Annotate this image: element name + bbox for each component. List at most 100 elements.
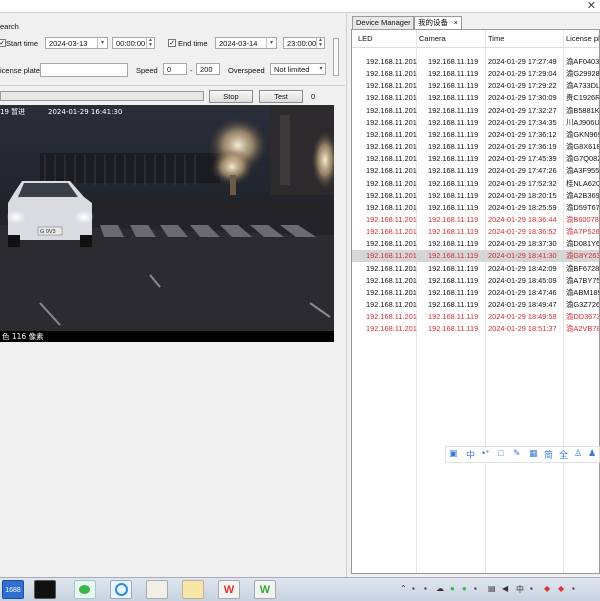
table-row[interactable]: 192.168.11.201 192.168.11.119 2024-01-29 1… [352,190,599,202]
cell-led: 192.168.11.201 [366,129,417,139]
table-row[interactable]: 192.168.11.201 192.168.11.119 2024-01-29 1… [352,68,599,80]
start-time-spinner-icon[interactable]: ▲ ▼ [146,38,154,48]
tray-volume-icon[interactable]: ◀ [502,584,508,593]
pen-icon[interactable]: ✎ [513,448,521,459]
browser-icon[interactable] [110,580,132,599]
ime-fullwidth-toggle[interactable]: 全 [559,448,568,461]
calendar-dropdown-icon[interactable]: ▾ [266,38,276,48]
table-row[interactable]: 192.168.11.201 192.168.11.119 2024-01-29 1… [352,238,600,250]
table-row[interactable]: 192.168.11.201 192.168.11.119 2024-01-29 1… [352,92,599,104]
ime-icon[interactable]: ▣ [449,448,458,459]
test-button[interactable]: Test [259,90,303,103]
app-w2-icon[interactable]: W [254,580,276,599]
tray-app-icon[interactable]: ▪ [474,584,477,593]
table-row[interactable]: 192.168.11.201 192.168.11.119 2024-01-29 1… [352,263,599,275]
table-row[interactable]: 192.168.11.201 192.168.11.119 2024-01-29 1… [352,250,600,263]
calendar-dropdown-icon[interactable]: ▾ [97,38,107,48]
tab-device-manager[interactable]: Device Manager [352,16,414,29]
table-row[interactable]: 192.168.11.201 192.168.11.119 2024-01-29 1… [352,129,599,141]
table-row[interactable]: 192.168.11.201 192.168.11.119 2024-01-29 1… [352,165,599,177]
cell-camera: 192.168.11.119 [428,142,479,152]
table-row[interactable]: 192.168.11.201 192.168.11.119 2024-01-29 1… [352,178,599,190]
speed-label: Speed [136,66,158,75]
cell-time: 2024-01-29 18:47:46 [488,287,557,297]
tray-app-icon[interactable]: ▪ [530,584,533,593]
dot-icon[interactable]: •⁺ [482,448,490,459]
panel-splitter[interactable] [346,12,347,577]
terminal-icon[interactable] [34,580,56,599]
table-row[interactable]: 192.168.11.201 192.168.11.119 2024-01-29 1… [352,117,599,129]
table-row[interactable]: 192.168.11.201 192.168.11.119 2024-01-29 1… [352,202,599,214]
tray-chevron-icon[interactable]: ⌃ [400,584,407,593]
tools-icon[interactable] [146,580,168,599]
tray-wechat-icon[interactable]: ● [462,584,467,593]
tray-ime-icon[interactable]: 中 [516,584,524,595]
column-header-license-plate[interactable]: License pla [566,30,599,47]
cell-time: 2024-01-29 17:52:32 [488,178,557,188]
plate-label: icense plate [0,66,41,75]
tray-app-icon[interactable]: ▪ [572,584,575,593]
cell-time: 2024-01-29 17:29:22 [488,81,557,91]
app-w-icon[interactable]: W [218,580,240,599]
playback-progress-bar[interactable] [0,91,204,101]
column-header-led[interactable]: LED [358,30,373,47]
column-header-camera[interactable]: Camera [419,30,446,47]
stop-button[interactable]: Stop [209,90,253,103]
overspeed-select[interactable]: Not limited ▾ [270,63,326,75]
speed-max-input[interactable]: 200 [196,63,220,75]
wechat-icon[interactable] [74,580,96,599]
chevron-down-icon[interactable]: ▾ [317,64,325,74]
note-icon[interactable]: □ [498,448,503,458]
speed-min-input[interactable]: 0 [163,63,187,75]
cell-plate: 渝D081Y6 [566,239,600,249]
ime-simplified-toggle[interactable]: 简 [544,448,553,461]
table-row[interactable]: 192.168.11.201 192.168.11.119 2024-01-29 1… [352,56,599,68]
start-time-field[interactable]: 00:00:00 ▲ ▼ [112,37,155,49]
table-row[interactable]: 192.168.11.201 192.168.11.119 2024-01-29 1… [352,323,599,335]
cell-camera: 192.168.11.119 [428,312,479,322]
tray-app-icon[interactable]: ◆ [558,584,564,593]
tray-network-icon[interactable]: ▤ [488,584,496,593]
close-icon[interactable]: ✕ [587,0,596,12]
start-date-field[interactable]: 2024-03-13 ▾ [45,37,108,49]
table-row[interactable]: 192.168.11.201 192.168.11.119 2024-01-29 1… [352,287,599,299]
table-row[interactable]: 192.168.11.201 192.168.11.119 2024-01-29 1… [352,275,599,287]
table-row[interactable]: 192.168.11.201 192.168.11.119 2024-01-29 1… [352,141,599,153]
ime-chinese-toggle[interactable]: 中 [466,448,475,461]
plate-input[interactable] [40,63,128,77]
column-header-time[interactable]: Time [488,30,504,47]
table-row[interactable]: 192.168.11.201 192.168.11.119 2024-01-29 1… [352,226,599,238]
end-time-field[interactable]: 23:00:00 ▲ ▼ [283,37,325,49]
table-row[interactable]: 192.168.11.201 192.168.11.119 2024-01-29 1… [352,214,599,226]
cell-camera: 192.168.11.119 [428,275,479,285]
table-row[interactable]: 192.168.11.201 192.168.11.119 2024-01-29 1… [352,105,599,117]
folder-icon[interactable] [182,580,204,599]
cell-plate: 渝G8Y263 [566,251,600,261]
tab-close-icon[interactable]: × [454,17,458,29]
cell-camera: 192.168.11.119 [428,178,479,188]
cell-camera: 192.168.11.119 [428,300,479,309]
cell-led: 192.168.11.201 [366,214,417,224]
user-icon[interactable]: ♟ [588,448,596,459]
table-row[interactable]: 192.168.11.201 192.168.11.119 2024-01-29 1… [352,299,599,311]
tray-cloud-icon[interactable]: ☁ [436,584,444,593]
search-scrollbar[interactable] [333,38,339,76]
cell-led: 192.168.11.201 [366,105,417,115]
cell-led: 192.168.11.201 [366,263,417,273]
table-row[interactable]: 192.168.11.201 192.168.11.119 2024-01-29 1… [352,311,599,323]
tab-my-devices[interactable]: 我的设备 × [414,16,462,29]
table-row[interactable]: 192.168.11.201 192.168.11.119 2024-01-29 1… [352,153,600,165]
grid-icon[interactable]: ▦ [529,448,538,459]
tray-app-icon[interactable]: ◆ [544,584,550,593]
end-time-checkbox[interactable]: ✓ [168,39,176,47]
tray-app-icon[interactable]: ▪ [412,584,415,593]
end-time-spinner-icon[interactable]: ▲ ▼ [316,38,324,48]
cell-plate: 渝G7Q082 [566,154,600,164]
tray-app-icon[interactable]: ▪ [424,584,427,593]
tray-wechat-icon[interactable]: ● [450,584,455,593]
shirt-icon[interactable]: ♙ [574,448,582,459]
table-row[interactable]: 192.168.11.201 192.168.11.119 2024-01-29 1… [352,80,599,92]
app-1688-icon[interactable]: 1688 [2,580,24,599]
end-date-field[interactable]: 2024-03-14 ▾ [215,37,277,49]
cell-time: 2024-01-29 18:37:30 [488,239,557,249]
